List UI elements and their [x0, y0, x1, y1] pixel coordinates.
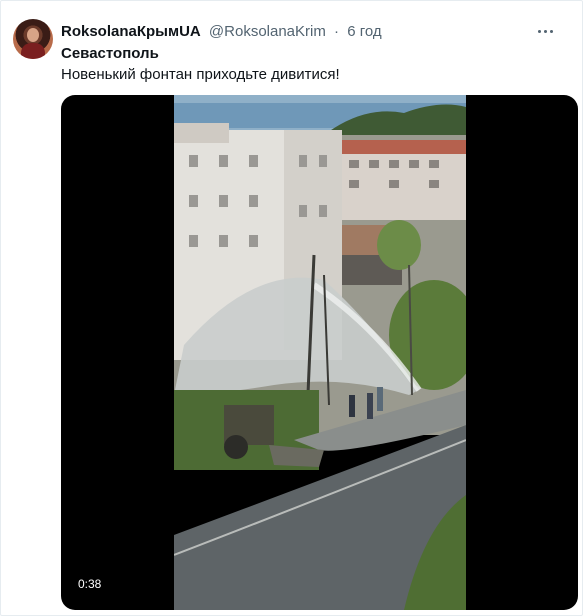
tweet-card[interactable]: RoksolanaКрымUA @RoksolanaKrim · 6 год С… [0, 0, 583, 616]
dot [538, 30, 541, 33]
tweet-header: RoksolanaКрымUA @RoksolanaKrim · 6 год [61, 22, 382, 42]
video-duration: 0:38 [73, 574, 107, 594]
tweet-text-body: Новенький фонтан приходьте дивитися! [61, 66, 340, 83]
window [349, 160, 359, 168]
window [389, 180, 399, 188]
window [409, 160, 419, 168]
person [367, 393, 373, 419]
tractor-wheel [224, 435, 248, 459]
window [349, 180, 359, 188]
window [389, 160, 399, 168]
avatar[interactable] [13, 19, 53, 59]
main-building-top [174, 123, 229, 143]
avatar-dress [21, 43, 45, 59]
user-handle[interactable]: @RoksolanaKrim [209, 23, 326, 40]
window [369, 160, 379, 168]
dot [544, 30, 547, 33]
video-player[interactable]: 0:38 [61, 95, 578, 610]
window [429, 180, 439, 188]
person [377, 387, 383, 411]
right-roof [339, 140, 466, 154]
tweet-text-location: Севастополь [61, 45, 159, 62]
tree [377, 220, 421, 270]
window [429, 160, 439, 168]
avatar-face [27, 28, 39, 42]
tweet-timestamp[interactable]: 6 год [347, 23, 381, 40]
display-name[interactable]: RoksolanaКрымUA [61, 23, 201, 40]
more-dots-icon[interactable] [536, 21, 556, 41]
dot [550, 30, 553, 33]
separator-dot: · [334, 23, 340, 40]
video-frame [174, 95, 466, 610]
person [349, 395, 355, 417]
